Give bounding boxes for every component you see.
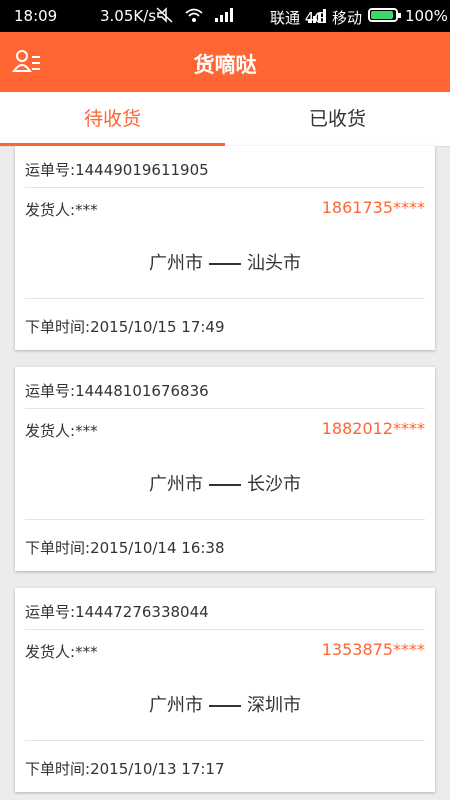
waybill-label: 运单号: (25, 603, 76, 621)
page-title: 货嘀哒 (193, 53, 257, 77)
route-arrow (209, 484, 241, 486)
waybill-number: 14449019611905 (75, 161, 209, 179)
route-from: 广州市 (149, 253, 203, 274)
route: 广州市 深圳市 (15, 691, 435, 717)
order-time-row: 下单时间:2015/10/15 17:49 (25, 316, 425, 337)
waybill-number: 14448101676836 (75, 382, 209, 400)
order-time-row: 下单时间:2015/10/14 16:38 (25, 537, 425, 558)
order-time-label: 下单时间: (25, 760, 91, 778)
order-time: 2015/10/13 17:17 (90, 760, 225, 778)
waybill-row: 运单号:14447276338044 (25, 601, 425, 622)
route-from: 广州市 (149, 474, 203, 495)
order-card[interactable]: 运单号:14447276338044 发货人:*** 1353875**** 广… (15, 588, 435, 792)
app-header: 货嘀哒 (0, 32, 450, 92)
sender-label: 发货人: (25, 201, 76, 219)
wifi-icon (184, 7, 204, 27)
sender-label: 发货人: (25, 643, 76, 661)
sender-name: *** (75, 643, 98, 661)
status-bar: 18:09 3.05K/s 联通 4G 移动 100% (0, 0, 450, 32)
order-time-label: 下单时间: (25, 318, 91, 336)
waybill-label: 运单号: (25, 382, 76, 400)
order-time-row: 下单时间:2015/10/13 17:17 (25, 758, 425, 779)
signal-icon (214, 7, 234, 27)
route-arrow (209, 705, 241, 707)
order-time: 2015/10/14 16:38 (90, 539, 225, 557)
tab-pending[interactable]: 待收货 (0, 92, 225, 146)
divider (25, 408, 425, 409)
battery-icon (368, 8, 401, 22)
order-card[interactable]: 运单号:14448101676836 发货人:*** 1882012**** 广… (15, 367, 435, 571)
divider (25, 629, 425, 630)
network-speed: 3.05K/s (100, 7, 157, 25)
route-to: 汕头市 (247, 253, 301, 274)
divider (25, 187, 425, 188)
divider (25, 740, 425, 741)
route-arrow (209, 263, 241, 265)
order-card[interactable]: 运单号:14449019611905 发货人:*** 1861735**** 广… (15, 146, 435, 350)
waybill-number: 14447276338044 (75, 603, 209, 621)
route: 广州市 长沙市 (15, 470, 435, 496)
route-from: 广州市 (149, 695, 203, 716)
tab-bar: 待收货 已收货 (0, 92, 450, 147)
waybill-row: 运单号:14448101676836 (25, 380, 425, 401)
carrier-2: 移动 (332, 9, 363, 27)
status-icons (156, 7, 234, 27)
tab-received[interactable]: 已收货 (225, 92, 450, 146)
waybill-label: 运单号: (25, 161, 76, 179)
order-time-label: 下单时间: (25, 539, 91, 557)
battery-percent: 100% (405, 7, 448, 25)
divider (25, 298, 425, 299)
order-time: 2015/10/15 17:49 (90, 318, 225, 336)
sender-label: 发货人: (25, 422, 76, 440)
sender-phone[interactable]: 1861735**** (322, 198, 425, 217)
route: 广州市 汕头市 (15, 249, 435, 275)
sender-name: *** (75, 201, 98, 219)
sender-phone[interactable]: 1353875**** (322, 640, 425, 659)
mute-icon (156, 7, 174, 27)
sender-phone[interactable]: 1882012**** (322, 419, 425, 438)
sender-name: *** (75, 422, 98, 440)
signal-icon-2 (307, 8, 327, 28)
waybill-row: 运单号:14449019611905 (25, 159, 425, 180)
route-to: 长沙市 (247, 474, 301, 495)
status-time: 18:09 (14, 7, 58, 25)
route-to: 深圳市 (247, 695, 301, 716)
divider (25, 519, 425, 520)
